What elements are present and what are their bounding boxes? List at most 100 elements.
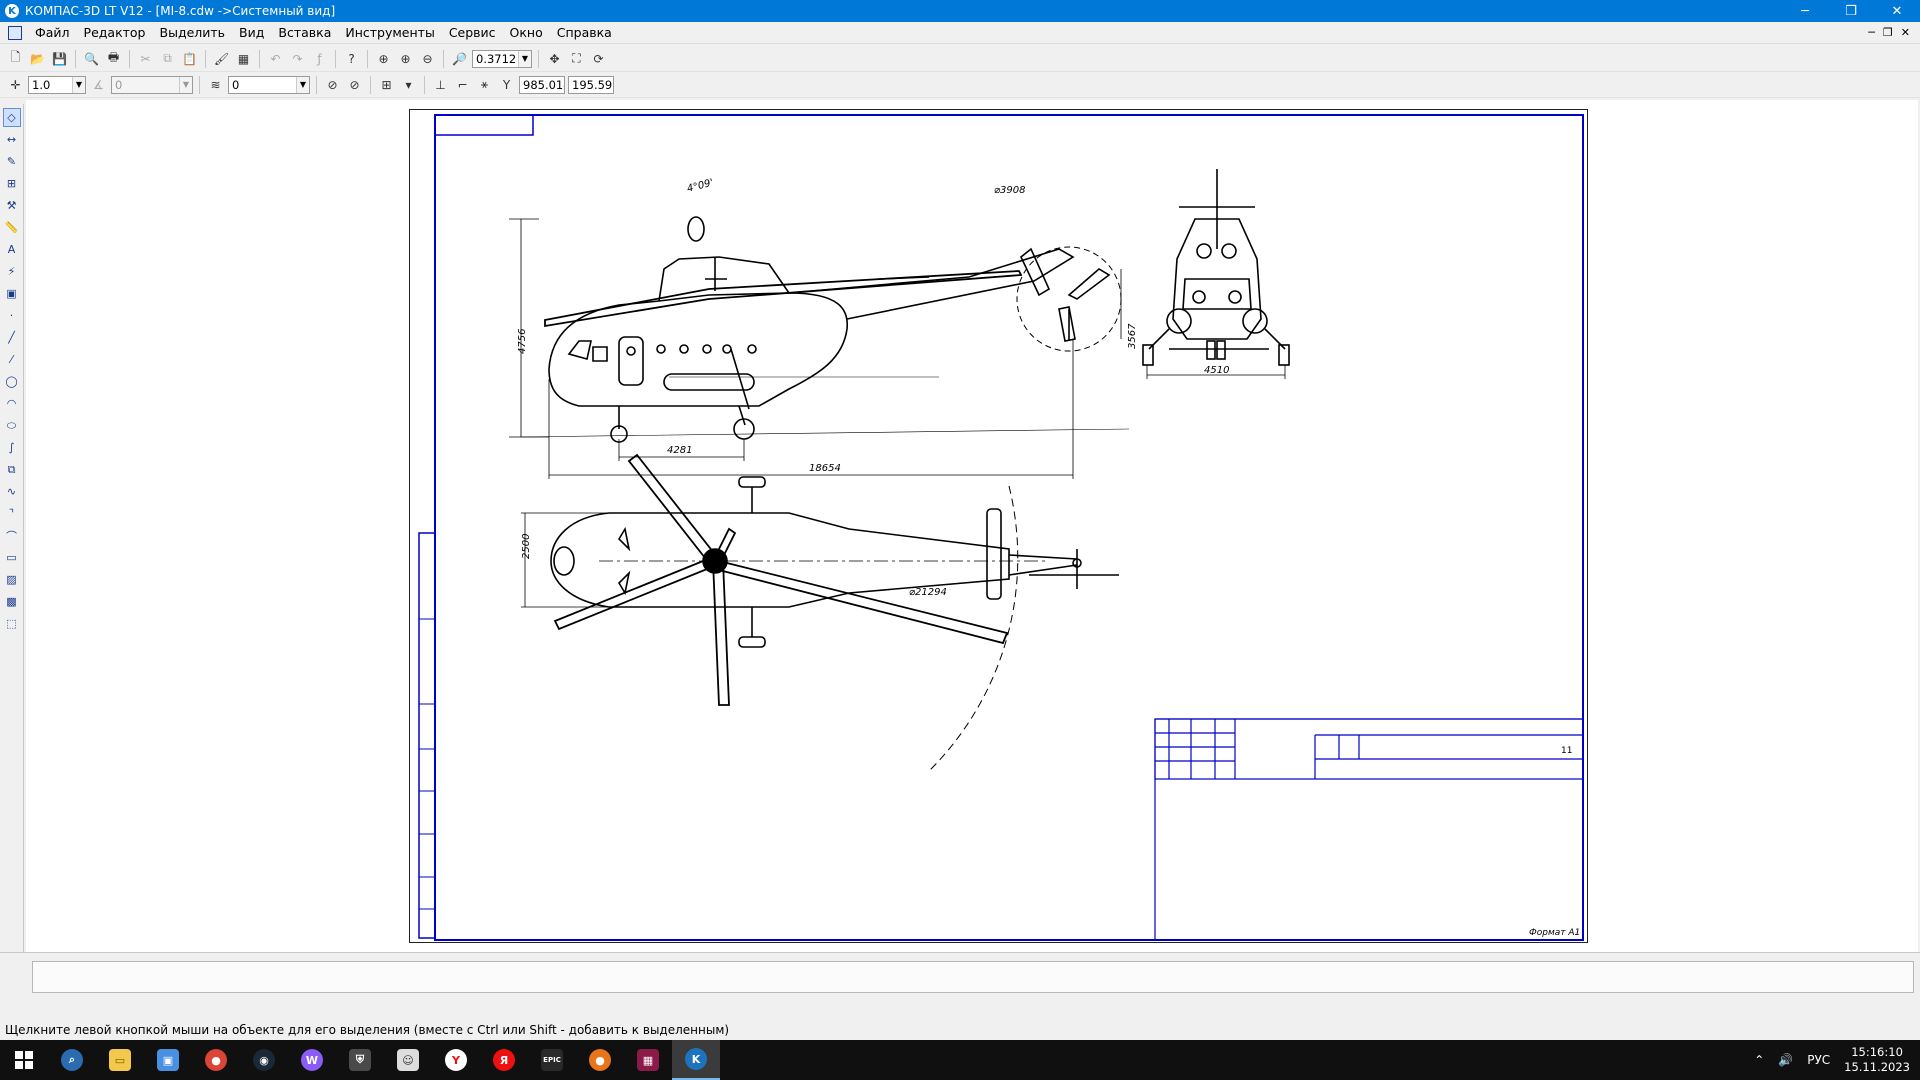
step-cursor-icon[interactable]: ✛ (6, 75, 25, 94)
redo-icon[interactable]: ↷ (288, 49, 307, 68)
taskbar-epic[interactable]: EPIC (528, 1040, 576, 1080)
hatch-tool-icon[interactable]: ▨ (3, 570, 21, 589)
menu-service[interactable]: Сервис (442, 25, 503, 40)
snap-local-icon[interactable]: ⊘ (345, 75, 364, 94)
segment-tool-icon[interactable]: ⁄ (3, 350, 21, 369)
taskbar-store[interactable]: ▣ (144, 1040, 192, 1080)
chevron-down-icon[interactable]: ▼ (179, 76, 192, 93)
new-document-icon[interactable]: 🗋 (6, 49, 25, 68)
designations-panel-icon[interactable]: ✎ (3, 152, 21, 171)
snap-icon[interactable]: ⊘ (323, 75, 342, 94)
fill-tool-icon[interactable]: ▩ (3, 592, 21, 611)
chamfer-tool-icon[interactable]: ⌝ (3, 504, 21, 523)
taskbar-game[interactable]: ☺ (384, 1040, 432, 1080)
taskbar-steam[interactable]: ◉ (240, 1040, 288, 1080)
coord-x-field[interactable]: 985.014 (519, 75, 565, 94)
doc-minimize-button[interactable]: ─ (1868, 26, 1875, 39)
fillet-tool-icon[interactable]: ⌒ (3, 526, 21, 545)
angle-icon[interactable]: ∡ (89, 75, 108, 94)
kompas-app-icon[interactable]: K (5, 4, 19, 18)
pan-icon[interactable]: ✥ (545, 49, 564, 68)
undo-icon[interactable]: ↶ (266, 49, 285, 68)
document-icon[interactable] (8, 25, 22, 40)
taskbar-kompas[interactable]: K (672, 1040, 720, 1080)
layer-combo[interactable]: 0 ▼ (228, 75, 310, 94)
taskbar-winrar[interactable]: ▦ (624, 1040, 672, 1080)
dimensions-panel-icon[interactable]: ↔ (3, 130, 21, 149)
help-pointer-icon[interactable]: ? (342, 49, 361, 68)
menu-help[interactable]: Справка (550, 25, 619, 40)
layer-icon[interactable]: ≋ (206, 75, 225, 94)
chevron-down-icon[interactable]: ▼ (72, 76, 85, 93)
grid-icon[interactable]: ⊞ (377, 75, 396, 94)
aux-line-tool-icon[interactable]: ╱ (3, 328, 21, 347)
selection-panel-icon[interactable]: A (3, 240, 21, 259)
ortho-icon[interactable]: ⌐ (453, 75, 472, 94)
tray-chevron-icon[interactable]: ⌃ (1754, 1053, 1764, 1067)
parametrization-panel-icon[interactable]: ⚒ (3, 196, 21, 215)
coord-y-field[interactable]: 195.596 (568, 75, 614, 94)
menu-editor[interactable]: Редактор (77, 25, 153, 40)
menu-insert[interactable]: Вставка (271, 25, 338, 40)
rectangle-tool-icon[interactable]: ▭ (3, 548, 21, 567)
taskbar-recorder[interactable]: ● (576, 1040, 624, 1080)
property-input-area[interactable] (32, 961, 1914, 993)
menu-window[interactable]: Окно (503, 25, 550, 40)
taskbar-wot[interactable]: ⛨ (336, 1040, 384, 1080)
doc-restore-button[interactable]: ❐ (1883, 26, 1893, 39)
taskbar-chrome[interactable]: ● (192, 1040, 240, 1080)
step-combo[interactable]: 1.0 ▼ (28, 75, 86, 94)
open-icon[interactable]: 📂 (28, 49, 47, 68)
close-button[interactable]: ✕ (1874, 0, 1920, 22)
point-tool-icon[interactable]: · (3, 306, 21, 325)
collect-contour-icon[interactable]: ⬚ (3, 614, 21, 633)
arc-tool-icon[interactable]: ◠ (3, 394, 21, 413)
taskbar-yandex-browser[interactable]: Y (432, 1040, 480, 1080)
clock[interactable]: 15:16:10 15.11.2023 (1844, 1045, 1910, 1075)
angle-combo[interactable]: 0 ▼ (111, 75, 193, 94)
save-icon[interactable]: 💾 (50, 49, 69, 68)
chevron-down-icon[interactable]: ▼ (518, 50, 531, 67)
start-button[interactable] (0, 1040, 48, 1080)
geometry-panel-icon[interactable]: ◇ (2, 108, 21, 127)
menu-select[interactable]: Выделить (153, 25, 233, 40)
print-icon[interactable]: 🖶 (104, 49, 123, 68)
print-preview-icon[interactable]: 🔍 (82, 49, 101, 68)
show-all-icon[interactable]: ⛶ (567, 49, 586, 68)
spec-panel-icon[interactable]: ⚡ (3, 262, 21, 281)
editing-panel-icon[interactable]: ⊞ (3, 174, 21, 193)
doc-close-button[interactable]: ✕ (1901, 26, 1910, 39)
drawing-canvas[interactable]: 4°09' ⌀3908 4756 3567 4281 18654 4510 25… (26, 100, 1918, 952)
cut-icon[interactable]: ✂ (136, 49, 155, 68)
volume-icon[interactable]: 🔊 (1778, 1053, 1793, 1067)
spline-tool-icon[interactable]: ∿ (3, 482, 21, 501)
menu-tools[interactable]: Инструменты (338, 25, 441, 40)
function-icon[interactable]: ƒ (310, 49, 329, 68)
grid-dropdown-icon[interactable]: ▾ (399, 75, 418, 94)
minimize-button[interactable]: ─ (1782, 0, 1828, 22)
measure-panel-icon[interactable]: 📏 (3, 218, 21, 237)
zoom-out-icon[interactable]: ⊖ (418, 49, 437, 68)
taskbar-wps[interactable]: W (288, 1040, 336, 1080)
chevron-down-icon[interactable]: ▼ (296, 76, 309, 93)
refresh-icon[interactable]: ⟳ (589, 49, 608, 68)
polyline-tool-icon[interactable]: ∫ (3, 438, 21, 457)
zoom-in-icon[interactable]: ⊕ (396, 49, 415, 68)
drawing-sheet[interactable]: 4°09' ⌀3908 4756 3567 4281 18654 4510 25… (409, 109, 1589, 944)
manager-icon[interactable]: ▦ (234, 49, 253, 68)
maximize-button[interactable]: ❐ (1828, 0, 1874, 22)
local-cs-icon[interactable]: ⊥ (431, 75, 450, 94)
taskbar-search[interactable]: ⌕ (48, 1040, 96, 1080)
language-indicator[interactable]: РУС (1807, 1053, 1830, 1067)
taskbar-yandex[interactable]: Я (480, 1040, 528, 1080)
parametric-icon[interactable]: ⚹ (475, 75, 494, 94)
menu-file[interactable]: Файл (28, 25, 77, 40)
zoom-window-icon[interactable]: ⊕ (374, 49, 393, 68)
zoom-combo[interactable]: 0.3712 ▼ (472, 49, 532, 68)
equidistant-tool-icon[interactable]: ⧉ (3, 460, 21, 479)
paste-icon[interactable]: 📋 (180, 49, 199, 68)
zoom-scale-icon[interactable]: 🔎 (450, 49, 469, 68)
copy-icon[interactable]: ⧉ (158, 49, 177, 68)
format-painter-icon[interactable]: 🖌 (212, 49, 231, 68)
circle-tool-icon[interactable]: ◯ (3, 372, 21, 391)
